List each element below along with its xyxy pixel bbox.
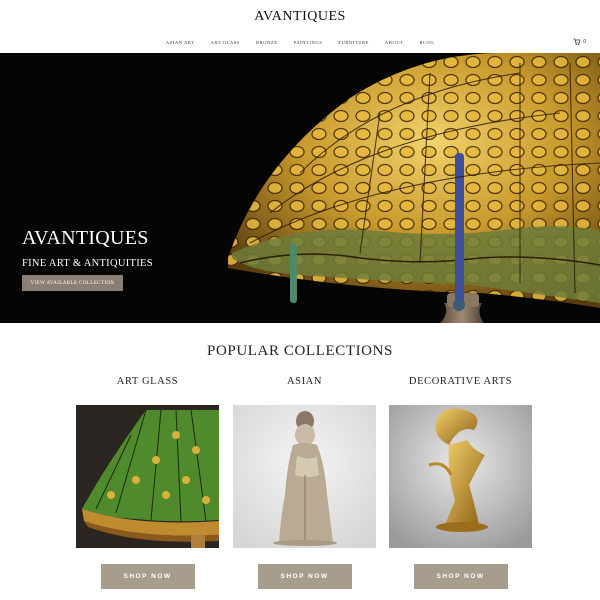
hero-title: AVANTIQUES xyxy=(22,227,149,249)
nav-item-art-glass[interactable]: ART GLASS xyxy=(211,40,240,45)
collection-card-decorative-arts: DECORATIVE ARTS SHOP NOW xyxy=(389,376,532,589)
cart-button[interactable]: 0 xyxy=(573,38,586,46)
shop-now-button[interactable]: SHOP NOW xyxy=(257,564,352,589)
collection-name: DECORATIVE ARTS xyxy=(408,376,513,387)
collection-image-decorative-arts[interactable] xyxy=(389,405,532,548)
cart-icon xyxy=(573,38,581,46)
main-nav: ASIAN ART ART GLASS BRONZE PAINTINGS FUR… xyxy=(0,40,600,45)
nav-item-about[interactable]: ABOUT xyxy=(385,40,404,45)
hero-subtitle: FINE ART & ANTIQUITIES xyxy=(22,258,153,269)
tiffany-daffodil-lamp-image xyxy=(76,405,219,548)
collection-image-art-glass[interactable] xyxy=(76,405,219,548)
view-collection-button[interactable]: VIEW AVAILABLE COLLECTION xyxy=(22,275,123,291)
nav-item-bronze[interactable]: BRONZE xyxy=(256,40,278,45)
nav-item-asian-art[interactable]: ASIAN ART xyxy=(166,40,195,45)
collection-name: ASIAN xyxy=(286,376,323,387)
nav-item-furniture[interactable]: FURNITURE xyxy=(338,40,369,45)
collections-title: POPULAR COLLECTIONS xyxy=(207,343,393,359)
site-header: AVANTIQUES ASIAN ART ART GLASS BRONZE PA… xyxy=(0,0,600,52)
cart-count: 0 xyxy=(583,39,586,45)
hero-banner: AVANTIQUES FINE ART & ANTIQUITIES VIEW A… xyxy=(0,53,600,323)
shop-now-button[interactable]: SHOP NOW xyxy=(100,564,195,589)
gilt-bronze-sculpture-image xyxy=(389,405,532,548)
site-logo[interactable]: AVANTIQUES xyxy=(0,9,600,25)
collection-card-art-glass: ART GLASS SHOP NOW xyxy=(76,376,219,589)
collection-card-asian: ASIAN SHOP NOW xyxy=(233,376,376,589)
collection-image-asian[interactable] xyxy=(233,405,376,548)
nav-item-blog[interactable]: BLOG xyxy=(420,40,435,45)
shop-now-button[interactable]: SHOP NOW xyxy=(413,564,508,589)
collection-name: ART GLASS xyxy=(116,376,179,387)
nav-item-paintings[interactable]: PAINTINGS xyxy=(294,40,323,45)
asian-figurine-image xyxy=(233,405,376,548)
